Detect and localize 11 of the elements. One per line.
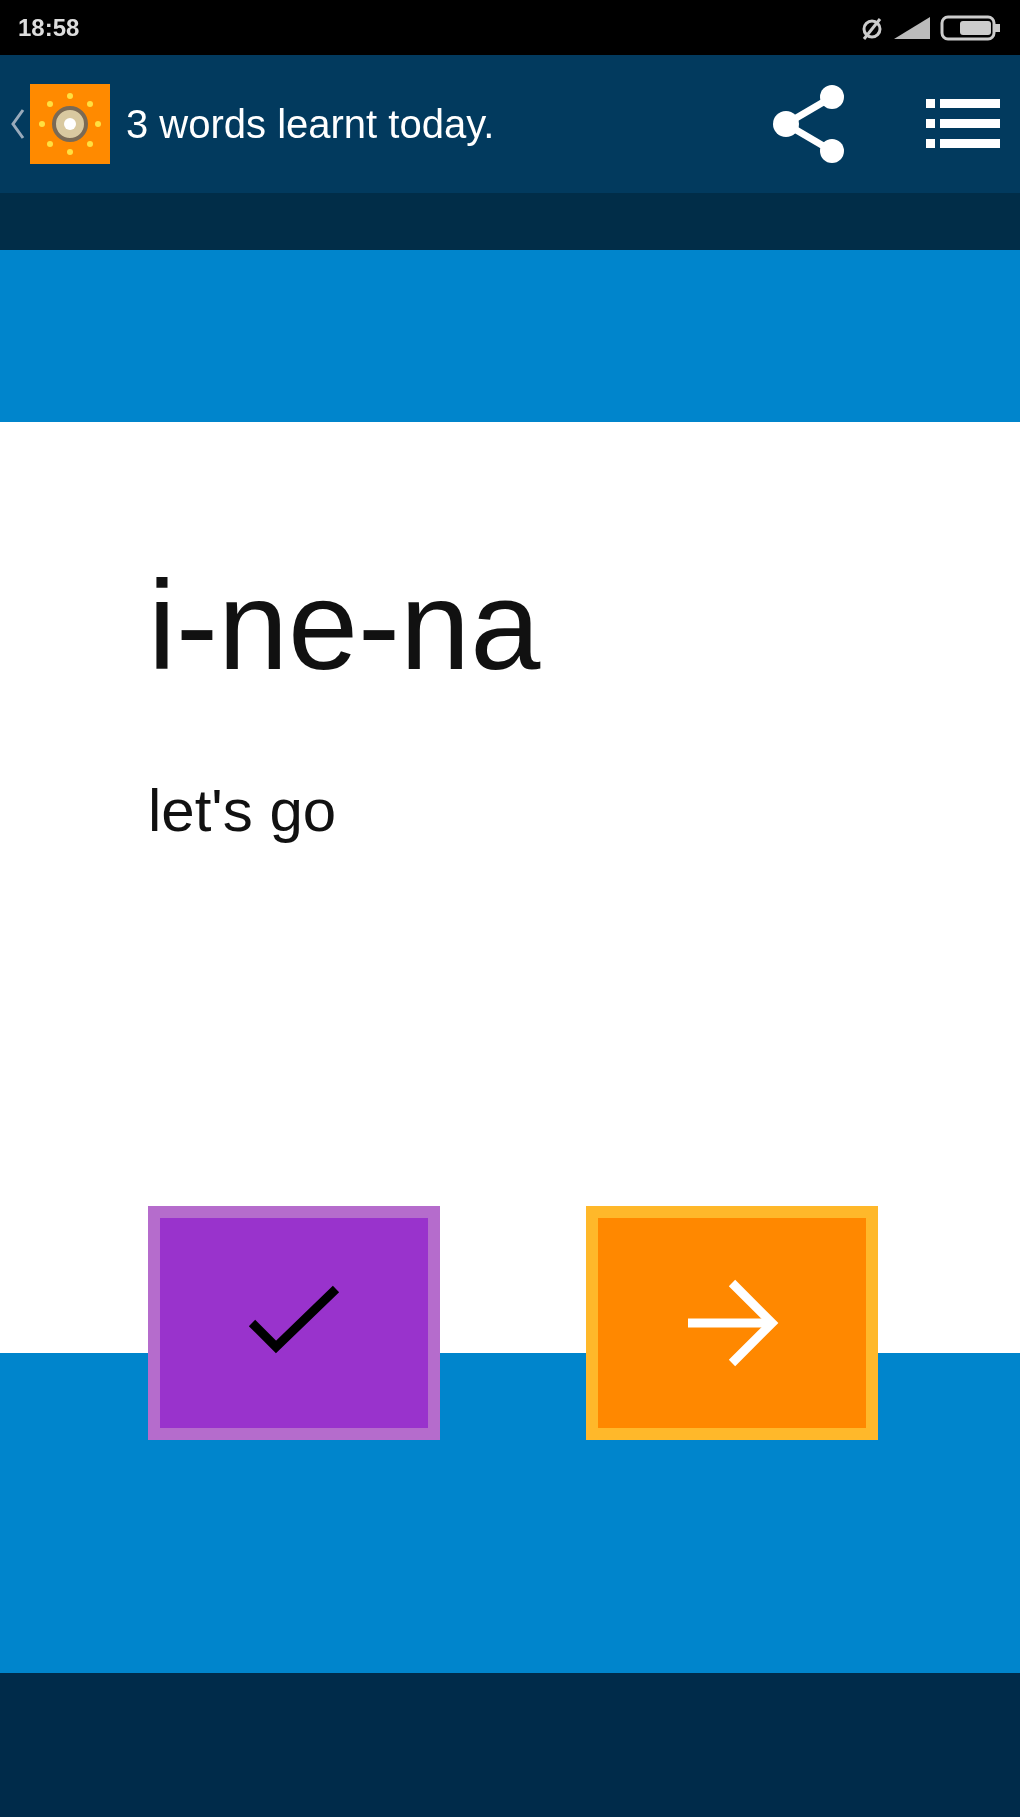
check-button[interactable] [148, 1205, 440, 1440]
signal-icon [892, 14, 932, 41]
list-icon[interactable] [926, 99, 1000, 149]
battery-icon [940, 13, 1002, 42]
app-logo-icon [30, 84, 110, 164]
status-time: 18:58 [18, 12, 80, 43]
share-icon[interactable] [772, 83, 846, 165]
app-title: 3 words learnt today. [126, 101, 495, 148]
back-icon[interactable] [10, 107, 26, 141]
meaning-text: let's go [148, 775, 338, 846]
word-text: i-ne-na [148, 557, 542, 696]
